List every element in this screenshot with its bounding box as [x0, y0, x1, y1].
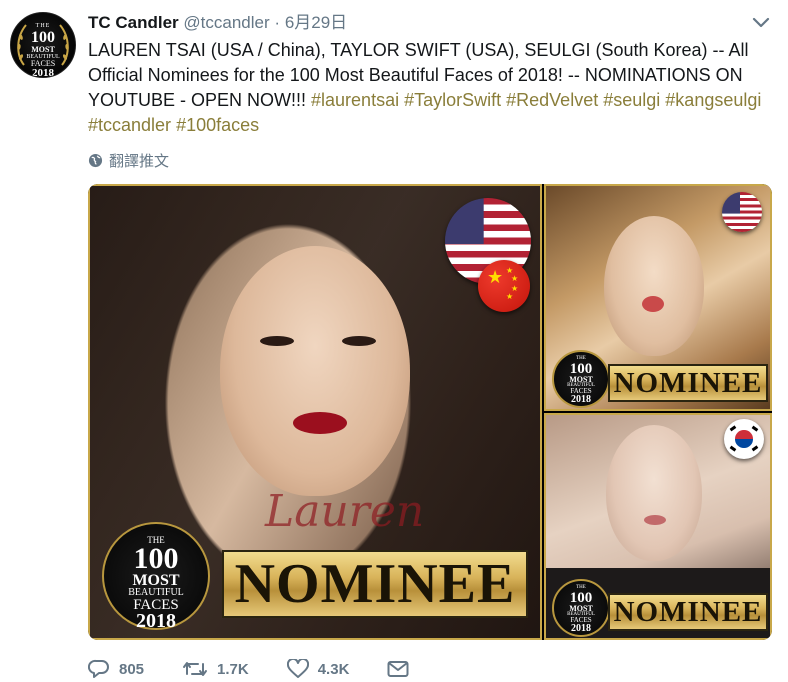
- retweet-icon: [183, 662, 208, 676]
- heart-icon: [286, 659, 309, 678]
- hashtag-link[interactable]: #TaylorSwift: [404, 90, 501, 110]
- avatar[interactable]: THE 100 MOST BEAUTIFUL FACES 2018: [10, 12, 76, 78]
- globe-icon: [88, 153, 103, 168]
- author-handle[interactable]: @tccandler: [183, 13, 269, 32]
- 100-faces-badge: THE 100 MOST BEAUTIFUL FACES 2018: [552, 350, 610, 408]
- hashtag-link[interactable]: #tccandler: [88, 115, 171, 135]
- signature-watermark: Lauren: [265, 486, 425, 537]
- reply-button[interactable]: 805: [88, 659, 144, 679]
- photo-taylor-swift[interactable]: THE 100 MOST BEAUTIFUL FACES 2018 NOMINE…: [544, 184, 772, 411]
- tweet-date[interactable]: 6月29日: [285, 13, 347, 32]
- translate-link[interactable]: 翻譯推文: [88, 150, 169, 171]
- tweet-actions: 805 1.7K 4.3K: [88, 656, 447, 682]
- avatar-logo-text: THE 100 MOST BEAUTIFUL FACES 2018: [11, 23, 75, 78]
- badge-line: 100: [569, 589, 593, 606]
- 100-faces-badge: THE 100 MOST BEAUTIFUL FACES 2018: [552, 579, 610, 637]
- like-button[interactable]: 4.3K: [286, 659, 350, 679]
- envelope-icon: [387, 661, 409, 677]
- hashtag-link[interactable]: #seulgi: [603, 90, 660, 110]
- avatar-line: 2018: [32, 67, 54, 78]
- chevron-down-icon[interactable]: [752, 16, 770, 30]
- direct-message-button[interactable]: [387, 660, 409, 678]
- hashtag-link[interactable]: #laurentsai: [311, 90, 399, 110]
- badge-line: 100: [569, 360, 593, 377]
- nominee-banner: NOMINEE: [222, 550, 528, 618]
- photo-face: [606, 425, 702, 561]
- photo-face: [604, 216, 704, 356]
- reply-icon: [88, 659, 109, 678]
- tweet-text: LAUREN TSAI (USA / China), TAYLOR SWIFT …: [88, 38, 778, 138]
- hashtag-link[interactable]: #kangseulgi: [665, 90, 761, 110]
- badge-line: 2018: [136, 609, 176, 632]
- south-korea-flag-icon: [724, 419, 764, 459]
- media-grid: Lauren ★ ★ ★ ★ ★ THE 100 MOST BEAUTIFUL …: [88, 184, 772, 640]
- nominee-banner: NOMINEE: [608, 364, 768, 402]
- tweet-header: TC Candler @tccandler · 6月29日: [88, 12, 748, 34]
- photo-lips: [642, 296, 664, 312]
- badge-line: MOST: [132, 572, 180, 590]
- usa-flag-icon: [722, 192, 762, 232]
- author-name[interactable]: TC Candler: [88, 13, 179, 32]
- retweet-button[interactable]: 1.7K: [182, 659, 249, 679]
- separator: ·: [274, 13, 281, 32]
- translate-label: 翻譯推文: [109, 153, 170, 170]
- badge-line: 2018: [571, 622, 591, 634]
- avatar-line: MOST: [31, 45, 55, 54]
- tweet: THE 100 MOST BEAUTIFUL FACES 2018 TC Can…: [0, 0, 788, 682]
- china-flag-icon: ★ ★ ★ ★ ★: [478, 260, 530, 312]
- photo-lips: [293, 412, 347, 434]
- retweet-count: 1.7K: [217, 660, 249, 678]
- reply-count: 805: [119, 660, 145, 678]
- photo-eye: [260, 336, 294, 346]
- nominee-banner: NOMINEE: [608, 593, 768, 631]
- photo-lips: [644, 515, 666, 525]
- hashtag-link[interactable]: #RedVelvet: [506, 90, 598, 110]
- photo-lauren-tsai[interactable]: Lauren ★ ★ ★ ★ ★ THE 100 MOST BEAUTIFUL …: [88, 184, 542, 640]
- 100-faces-badge: THE 100 MOST BEAUTIFUL FACES 2018: [102, 522, 210, 632]
- like-count: 4.3K: [317, 660, 350, 678]
- hashtag-link[interactable]: #100faces: [176, 115, 259, 135]
- badge-line: 100: [133, 541, 179, 575]
- avatar-line: 100: [31, 29, 55, 46]
- photo-face: [220, 246, 410, 496]
- photo-eye: [342, 336, 376, 346]
- badge-line: 2018: [571, 393, 591, 405]
- photo-seulgi[interactable]: THE 100 MOST BEAUTIFUL FACES 2018 NOMINE…: [544, 413, 772, 640]
